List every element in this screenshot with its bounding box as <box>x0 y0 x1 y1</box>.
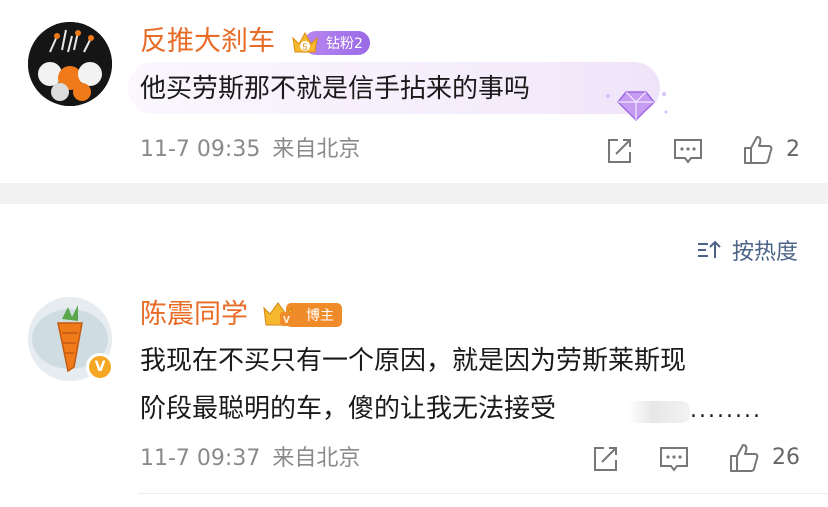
like-button[interactable]: 2 <box>742 134 800 166</box>
share-button[interactable] <box>604 136 634 166</box>
like-count: 26 <box>772 445 800 470</box>
comment-button[interactable] <box>672 136 704 166</box>
like-count: 2 <box>786 137 800 162</box>
comment-meta: 11-7 09:37 来自北京 <box>140 448 360 470</box>
blogger-badge[interactable]: V 博主 <box>262 302 342 328</box>
like-button[interactable]: 26 <box>728 442 800 474</box>
badge-text: 博主 <box>286 303 342 327</box>
sort-button[interactable]: 按热度 <box>696 234 798 266</box>
diamond-icon <box>606 91 668 122</box>
timestamp: 11-7 09:35 <box>140 137 261 162</box>
username[interactable]: 陈震同学 <box>140 301 248 328</box>
crown-icon: V <box>263 302 293 326</box>
comment-icon <box>674 139 702 164</box>
golf-balls-avatar-image <box>28 22 112 106</box>
timestamp: 11-7 09:37 <box>140 446 261 471</box>
badge-level: 5 <box>302 42 307 52</box>
fan-badge[interactable]: 5 钻粉2 <box>290 30 370 56</box>
comment-icon <box>660 447 688 472</box>
thumbs-up-icon <box>730 444 759 472</box>
sort-icon <box>697 240 721 258</box>
username[interactable]: 反推大刹车 <box>140 28 275 55</box>
location: 来自北京 <box>272 446 361 471</box>
comment-text-line: 阶段最聪明的车，傻的让我无法接受 <box>140 394 557 424</box>
sort-label: 按热度 <box>731 240 798 265</box>
crown-icon: 5 <box>292 31 318 53</box>
comment-text-line: 我现在不买只有一个原因，就是因为劳斯莱斯现 <box>140 346 687 376</box>
share-icon <box>594 447 617 471</box>
censored-text-blur <box>628 401 690 423</box>
share-button[interactable] <box>590 444 620 474</box>
avatar[interactable] <box>28 22 112 106</box>
thumbs-up-icon <box>744 136 773 164</box>
verified-badge: V <box>86 353 114 381</box>
comment-ellipsis: ........ <box>690 398 762 423</box>
badge-level: V <box>283 315 290 326</box>
section-divider <box>0 183 828 204</box>
comment-text: 他买劳斯那不就是信手拈来的事吗 <box>140 74 531 104</box>
divider <box>138 493 828 494</box>
share-icon <box>608 139 631 163</box>
location: 来自北京 <box>272 137 361 162</box>
comment-button[interactable] <box>658 444 690 474</box>
comment-meta: 11-7 09:35 来自北京 <box>140 139 360 161</box>
